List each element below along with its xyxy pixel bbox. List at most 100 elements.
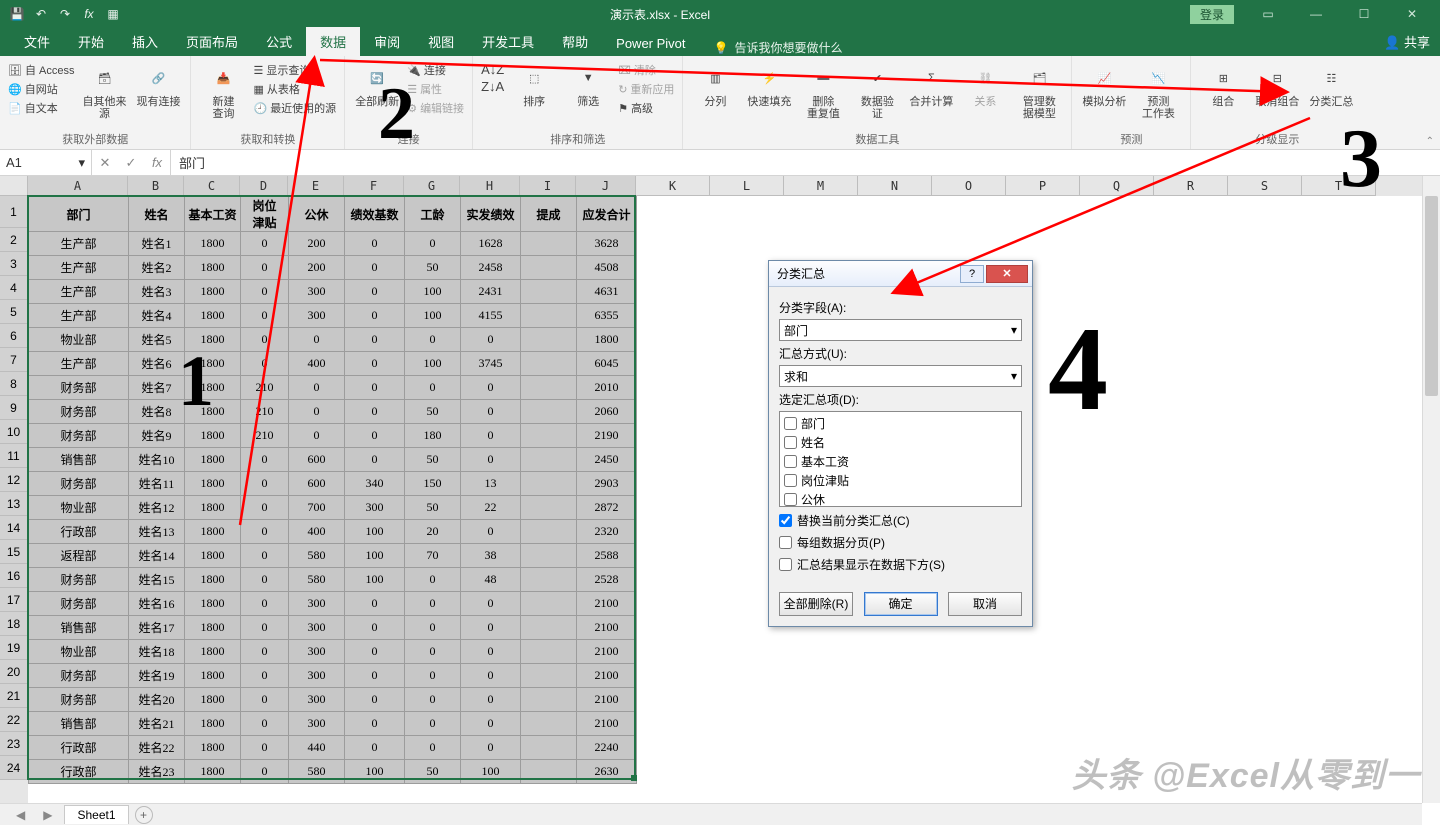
data-validation-button[interactable]: ✔数据验 证 (853, 60, 901, 120)
remove-dup-button[interactable]: ➖删除 重复值 (799, 60, 847, 120)
tab-nav-next-icon[interactable]: ▶ (37, 808, 58, 822)
cell[interactable]: 2450 (577, 448, 637, 472)
cell[interactable]: 姓名18 (129, 640, 185, 664)
cell[interactable]: 0 (241, 448, 289, 472)
cell[interactable]: 3745 (461, 352, 521, 376)
cell[interactable]: 0 (345, 280, 405, 304)
row-header[interactable]: 13 (0, 492, 28, 516)
cell[interactable] (521, 232, 577, 256)
cell[interactable]: 2190 (577, 424, 637, 448)
row-header[interactable]: 16 (0, 564, 28, 588)
cell[interactable]: 0 (241, 568, 289, 592)
cell[interactable]: 210 (241, 376, 289, 400)
tab-view[interactable]: 视图 (414, 27, 468, 56)
col-header[interactable]: E (288, 176, 344, 196)
cell[interactable]: 100 (461, 760, 521, 784)
from-access-button[interactable]: 🗄自 Access (8, 62, 74, 78)
cell[interactable]: 1800 (185, 496, 241, 520)
cell[interactable]: 340 (345, 472, 405, 496)
cell[interactable] (521, 424, 577, 448)
row-header[interactable]: 23 (0, 732, 28, 756)
cell[interactable]: 财务部 (29, 376, 129, 400)
cell[interactable]: 1800 (185, 592, 241, 616)
cell[interactable]: 0 (405, 568, 461, 592)
cell[interactable]: 2100 (577, 616, 637, 640)
cell[interactable]: 姓名2 (129, 256, 185, 280)
cell[interactable]: 1800 (185, 760, 241, 784)
cell[interactable]: 0 (345, 424, 405, 448)
tab-help[interactable]: 帮助 (548, 27, 602, 56)
cell[interactable]: 0 (405, 640, 461, 664)
cell[interactable]: 1800 (185, 568, 241, 592)
item-checkbox[interactable] (784, 436, 797, 449)
cell[interactable]: 1800 (185, 688, 241, 712)
header-cell[interactable]: 姓名 (129, 197, 185, 232)
cell[interactable]: 2872 (577, 496, 637, 520)
cell[interactable]: 210 (241, 424, 289, 448)
cell[interactable]: 行政部 (29, 520, 129, 544)
fx-button-icon[interactable]: fx (144, 155, 170, 170)
cell[interactable]: 0 (241, 544, 289, 568)
horizontal-scrollbar[interactable]: ◀ ▶ Sheet1 + (0, 803, 1422, 825)
header-cell[interactable]: 实发绩效 (461, 197, 521, 232)
cell[interactable]: 财务部 (29, 472, 129, 496)
cell[interactable] (521, 592, 577, 616)
col-header[interactable]: O (932, 176, 1006, 196)
cell[interactable]: 2100 (577, 664, 637, 688)
collapse-ribbon-icon[interactable]: ⌃ (1426, 136, 1434, 147)
cell[interactable]: 4155 (461, 304, 521, 328)
save-icon[interactable]: 💾 (6, 3, 28, 25)
cell[interactable]: 0 (345, 376, 405, 400)
cell[interactable]: 姓名16 (129, 592, 185, 616)
cell[interactable]: 50 (405, 400, 461, 424)
header-cell[interactable]: 工龄 (405, 197, 461, 232)
from-web-button[interactable]: 🌐自网站 (8, 81, 74, 97)
tab-formulas[interactable]: 公式 (252, 27, 306, 56)
row-header[interactable]: 19 (0, 636, 28, 660)
cell[interactable]: 物业部 (29, 496, 129, 520)
cell[interactable]: 姓名17 (129, 616, 185, 640)
cell[interactable]: 0 (345, 448, 405, 472)
cell[interactable]: 0 (461, 664, 521, 688)
cell[interactable]: 姓名8 (129, 400, 185, 424)
cell[interactable]: 1800 (185, 712, 241, 736)
row-header[interactable]: 15 (0, 540, 28, 564)
cell[interactable]: 2588 (577, 544, 637, 568)
cell[interactable]: 0 (241, 520, 289, 544)
new-query-button[interactable]: 📥新建 查询 (199, 60, 247, 120)
row-header[interactable]: 17 (0, 588, 28, 612)
cell[interactable]: 50 (405, 496, 461, 520)
cell[interactable] (521, 544, 577, 568)
cell[interactable]: 物业部 (29, 328, 129, 352)
tell-me[interactable]: 💡告诉我你想要做什么 (700, 39, 857, 56)
row-header[interactable]: 9 (0, 396, 28, 420)
item-checkbox[interactable] (784, 455, 797, 468)
col-header[interactable]: J (576, 176, 636, 196)
cell[interactable]: 13 (461, 472, 521, 496)
cell[interactable]: 0 (241, 328, 289, 352)
cell[interactable]: 0 (345, 232, 405, 256)
col-header[interactable]: D (240, 176, 288, 196)
cell[interactable]: 0 (345, 256, 405, 280)
cell[interactable]: 0 (461, 616, 521, 640)
row-header[interactable]: 18 (0, 612, 28, 636)
cell[interactable]: 0 (241, 592, 289, 616)
cell[interactable]: 0 (241, 616, 289, 640)
cell[interactable]: 0 (345, 736, 405, 760)
cell[interactable]: 2903 (577, 472, 637, 496)
items-listbox[interactable]: 部门姓名基本工资岗位津贴公休绩效基数 (779, 411, 1022, 507)
cell[interactable]: 300 (289, 304, 345, 328)
cell[interactable] (521, 688, 577, 712)
cell[interactable] (521, 448, 577, 472)
cell[interactable]: 2630 (577, 760, 637, 784)
row-header[interactable]: 20 (0, 660, 28, 684)
cell[interactable]: 0 (241, 304, 289, 328)
cell[interactable]: 0 (345, 352, 405, 376)
tab-home[interactable]: 开始 (64, 27, 118, 56)
cell[interactable]: 姓名21 (129, 712, 185, 736)
cell[interactable]: 0 (461, 592, 521, 616)
chevron-down-icon[interactable]: ▾ (78, 155, 85, 171)
cell[interactable]: 300 (289, 664, 345, 688)
from-other-button[interactable]: 🗃自其他来源 (80, 60, 128, 120)
cell[interactable]: 0 (461, 712, 521, 736)
